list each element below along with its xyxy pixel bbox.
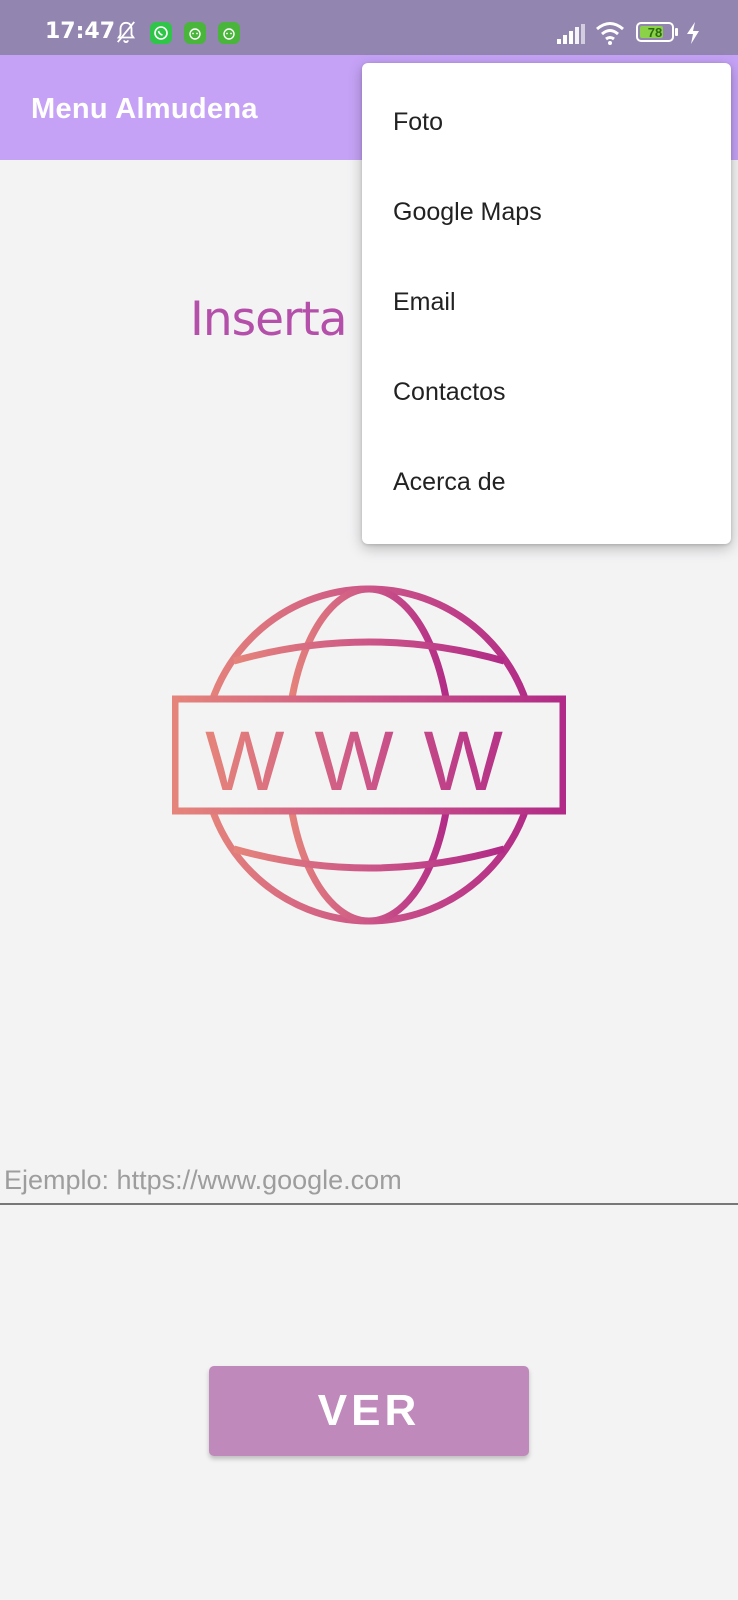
- url-input[interactable]: [0, 1163, 738, 1205]
- globe-text: WWW: [205, 714, 533, 808]
- status-time: 17:47: [45, 19, 116, 44]
- battery-icon: 78: [636, 22, 674, 42]
- wifi-icon: [596, 22, 624, 45]
- app-cat-icon: [184, 22, 206, 44]
- bell-off-icon: [116, 21, 136, 43]
- globe-www-icon: WWW: [172, 585, 566, 925]
- menu-item-acerca-de[interactable]: Acerca de: [362, 437, 731, 527]
- menu-item-contactos[interactable]: Contactos: [362, 347, 731, 437]
- whatsapp-icon: [150, 22, 172, 44]
- battery-tip: [675, 28, 678, 36]
- app-cat-icon: [218, 22, 240, 44]
- app-title: Menu Almudena: [31, 93, 258, 125]
- status-bar: 17:47 78: [0, 0, 738, 55]
- ver-button[interactable]: VER: [209, 1366, 529, 1456]
- battery-level: 78: [647, 25, 663, 40]
- menu-item-email[interactable]: Email: [362, 257, 731, 347]
- menu-item-foto[interactable]: Foto: [362, 77, 731, 167]
- signal-icon: [557, 24, 585, 44]
- menu-item-google-maps[interactable]: Google Maps: [362, 167, 731, 257]
- page-heading: Inserta: [190, 292, 348, 347]
- overflow-menu: Foto Google Maps Email Contactos Acerca …: [362, 63, 731, 544]
- charging-icon: [687, 22, 699, 44]
